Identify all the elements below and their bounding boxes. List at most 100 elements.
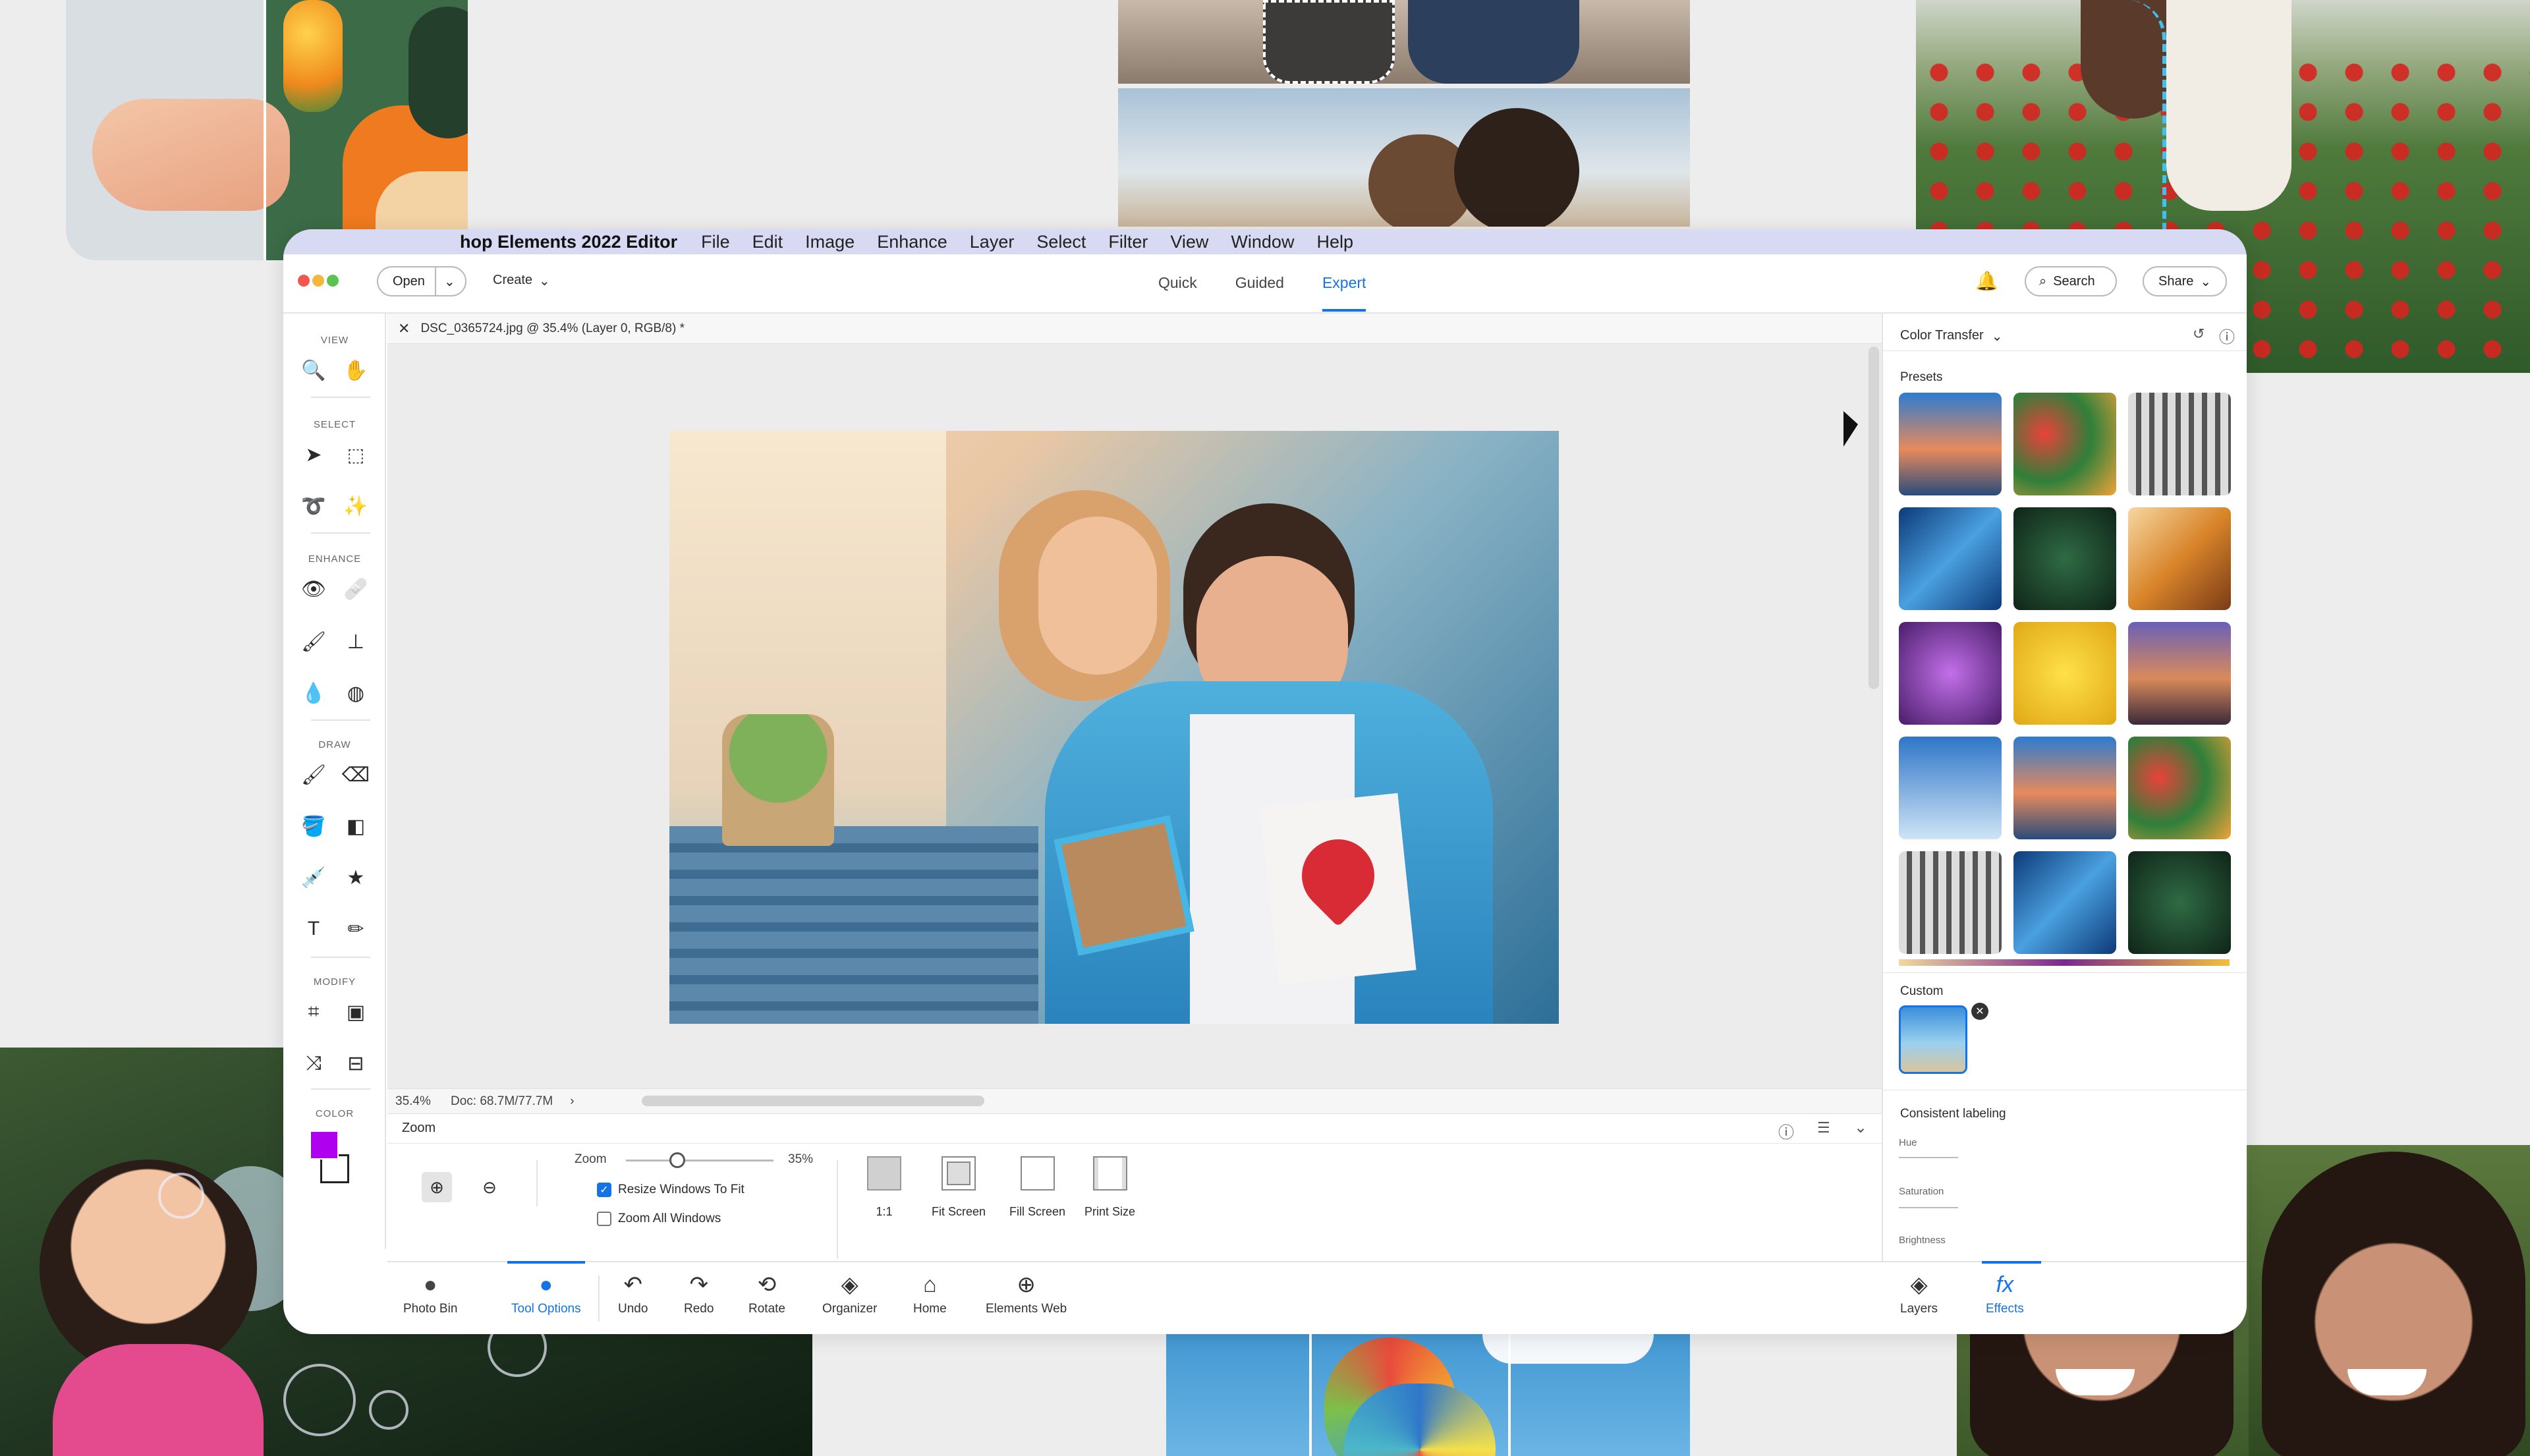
zoom-tool-icon[interactable]: 🔍: [299, 356, 328, 385]
elements-web-button[interactable]: ⊕ Elements Web: [986, 1272, 1067, 1316]
preset-thumbnail[interactable]: [2013, 507, 2116, 610]
menu-filter[interactable]: Filter: [1108, 232, 1148, 252]
zoom-dot[interactable]: [327, 275, 339, 287]
preset-thumbnail[interactable]: [2128, 507, 2231, 610]
shape-tool-icon[interactable]: ★: [341, 863, 370, 892]
open-button[interactable]: Open ⌄: [377, 266, 466, 296]
sponge-tool-icon[interactable]: ◍: [341, 679, 370, 708]
checkbox-checked[interactable]: ✓: [597, 1183, 611, 1197]
minimize-dot[interactable]: [312, 275, 324, 287]
preset-thumbnail[interactable]: [2013, 393, 2116, 495]
color-transfer-dropdown[interactable]: Color Transfer ⌄: [1900, 328, 2002, 345]
blur-tool-icon[interactable]: 💧: [299, 679, 328, 708]
menu-edit[interactable]: Edit: [752, 232, 783, 252]
bell-icon[interactable]: 🔔: [1975, 270, 1998, 292]
menu-layer[interactable]: Layer: [970, 232, 1015, 252]
straighten-tool-icon[interactable]: ⊟: [341, 1049, 370, 1078]
magic-wand-icon[interactable]: ✨: [341, 491, 370, 520]
zoom-all-option[interactable]: Zoom All Windows: [597, 1212, 721, 1226]
zoom-slider-thumb[interactable]: [669, 1152, 686, 1168]
preset-thumbnail[interactable]: [1899, 851, 2002, 954]
tool-options-button[interactable]: ● Tool Options: [511, 1272, 581, 1316]
undo-button[interactable]: ↶ Undo: [618, 1272, 648, 1316]
close-dot[interactable]: [298, 275, 310, 287]
close-icon[interactable]: ✕: [398, 320, 410, 337]
gradient-tool-icon[interactable]: ◧: [341, 812, 370, 841]
hand-tool-icon[interactable]: ✋: [341, 356, 370, 385]
chevron-down-icon[interactable]: ⌄: [1854, 1118, 1867, 1137]
clone-stamp-icon[interactable]: ⊥: [341, 627, 370, 656]
preset-thumbnail[interactable]: [1899, 737, 2002, 839]
hue-slider[interactable]: [1899, 1157, 1958, 1158]
menu-window[interactable]: Window: [1231, 232, 1294, 252]
menu-image[interactable]: Image: [805, 232, 855, 252]
redo-button[interactable]: ↷ Redo: [684, 1272, 714, 1316]
eyedropper-icon[interactable]: 💉: [299, 863, 328, 892]
help-icon[interactable]: ⓘ: [1778, 1119, 1794, 1142]
zoom-out-icon[interactable]: ⊖: [474, 1172, 505, 1202]
move-tool-icon[interactable]: ➤: [299, 440, 328, 469]
preset-thumbnail[interactable]: [2128, 393, 2231, 495]
preset-thumbnail[interactable]: [2128, 737, 2231, 839]
preset-thumbnail[interactable]: [2128, 622, 2231, 725]
fit-screen-button[interactable]: Fit Screen: [932, 1156, 986, 1219]
canvas-area[interactable]: [387, 344, 1882, 1088]
preset-thumbnail[interactable]: [2013, 851, 2116, 954]
menu-select[interactable]: Select: [1036, 232, 1086, 252]
saturation-slider[interactable]: [1899, 1207, 1958, 1208]
chevron-down-icon[interactable]: ⌄: [435, 267, 455, 295]
preset-thumbnail[interactable]: [1899, 622, 2002, 725]
tab-expert[interactable]: Expert: [1322, 274, 1366, 312]
tab-guided[interactable]: Guided: [1235, 274, 1284, 292]
vertical-scrollbar[interactable]: [1869, 347, 1879, 689]
layers-button[interactable]: ◈ Layers: [1900, 1272, 1938, 1316]
horizontal-scrollbar[interactable]: [642, 1096, 984, 1106]
preset-thumbnail[interactable]: [1899, 507, 2002, 610]
menu-help[interactable]: Help: [1316, 232, 1353, 252]
custom-thumbnail[interactable]: [1899, 1005, 1967, 1074]
marquee-tool-icon[interactable]: ⬚: [341, 440, 370, 469]
paint-bucket-icon[interactable]: 🪣: [299, 812, 328, 841]
tab-quick[interactable]: Quick: [1158, 274, 1197, 292]
share-button[interactable]: Share ⌄: [2143, 266, 2227, 296]
recompose-tool-icon[interactable]: ▣: [341, 997, 370, 1026]
checkbox-unchecked[interactable]: [597, 1212, 611, 1226]
menu-view[interactable]: View: [1170, 232, 1208, 252]
help-icon[interactable]: ⓘ: [2219, 324, 2235, 347]
home-button[interactable]: ⌂ Home: [913, 1272, 947, 1316]
menu-enhance[interactable]: Enhance: [877, 232, 947, 252]
crop-tool-icon[interactable]: ⌗: [299, 997, 328, 1026]
create-menu[interactable]: Create ⌄: [493, 273, 550, 289]
effects-button[interactable]: fx Effects: [1986, 1272, 2024, 1316]
preset-thumbnail[interactable]: [2013, 737, 2116, 839]
lasso-tool-icon[interactable]: ➰: [299, 491, 328, 520]
eraser-tool-icon[interactable]: ⌫: [341, 760, 370, 789]
red-eye-tool-icon[interactable]: 👁: [299, 574, 328, 603]
organizer-button[interactable]: ◈ Organizer: [822, 1272, 877, 1316]
reset-icon[interactable]: ↺: [2193, 325, 2205, 343]
brush-tool-icon[interactable]: 🖌: [299, 760, 328, 789]
edited-photo[interactable]: [669, 431, 1559, 1024]
foreground-color-swatch[interactable]: [310, 1131, 339, 1160]
resize-windows-option[interactable]: ✓ Resize Windows To Fit: [597, 1183, 745, 1197]
content-aware-move-icon[interactable]: ⤨: [299, 1049, 328, 1078]
zoom-in-icon[interactable]: ⊕: [422, 1172, 452, 1202]
healing-brush-icon[interactable]: 🩹: [341, 574, 370, 603]
zoom-slider[interactable]: [626, 1152, 773, 1168]
preset-thumbnail[interactable]: [2128, 851, 2231, 954]
preset-thumbnail[interactable]: [1899, 393, 2002, 495]
photo-bin-button[interactable]: ● Photo Bin: [403, 1272, 457, 1316]
pencil-tool-icon[interactable]: ✏: [341, 914, 370, 943]
print-size-button[interactable]: Print Size: [1084, 1156, 1135, 1219]
actual-pixels-button[interactable]: 1:1: [867, 1156, 901, 1219]
smart-brush-icon[interactable]: 🖌: [299, 627, 328, 656]
search-button[interactable]: ⌕ Search: [2025, 266, 2117, 296]
menu-file[interactable]: File: [701, 232, 730, 252]
fill-screen-button[interactable]: Fill Screen: [1009, 1156, 1065, 1219]
panel-menu-icon[interactable]: ☰: [1817, 1119, 1830, 1136]
remove-custom-icon[interactable]: ✕: [1971, 1003, 1988, 1020]
type-tool-icon[interactable]: T: [299, 914, 328, 943]
preset-thumbnail[interactable]: [2013, 622, 2116, 725]
rotate-button[interactable]: ⟲ Rotate: [748, 1272, 785, 1316]
chevron-right-icon[interactable]: ›: [570, 1094, 574, 1109]
